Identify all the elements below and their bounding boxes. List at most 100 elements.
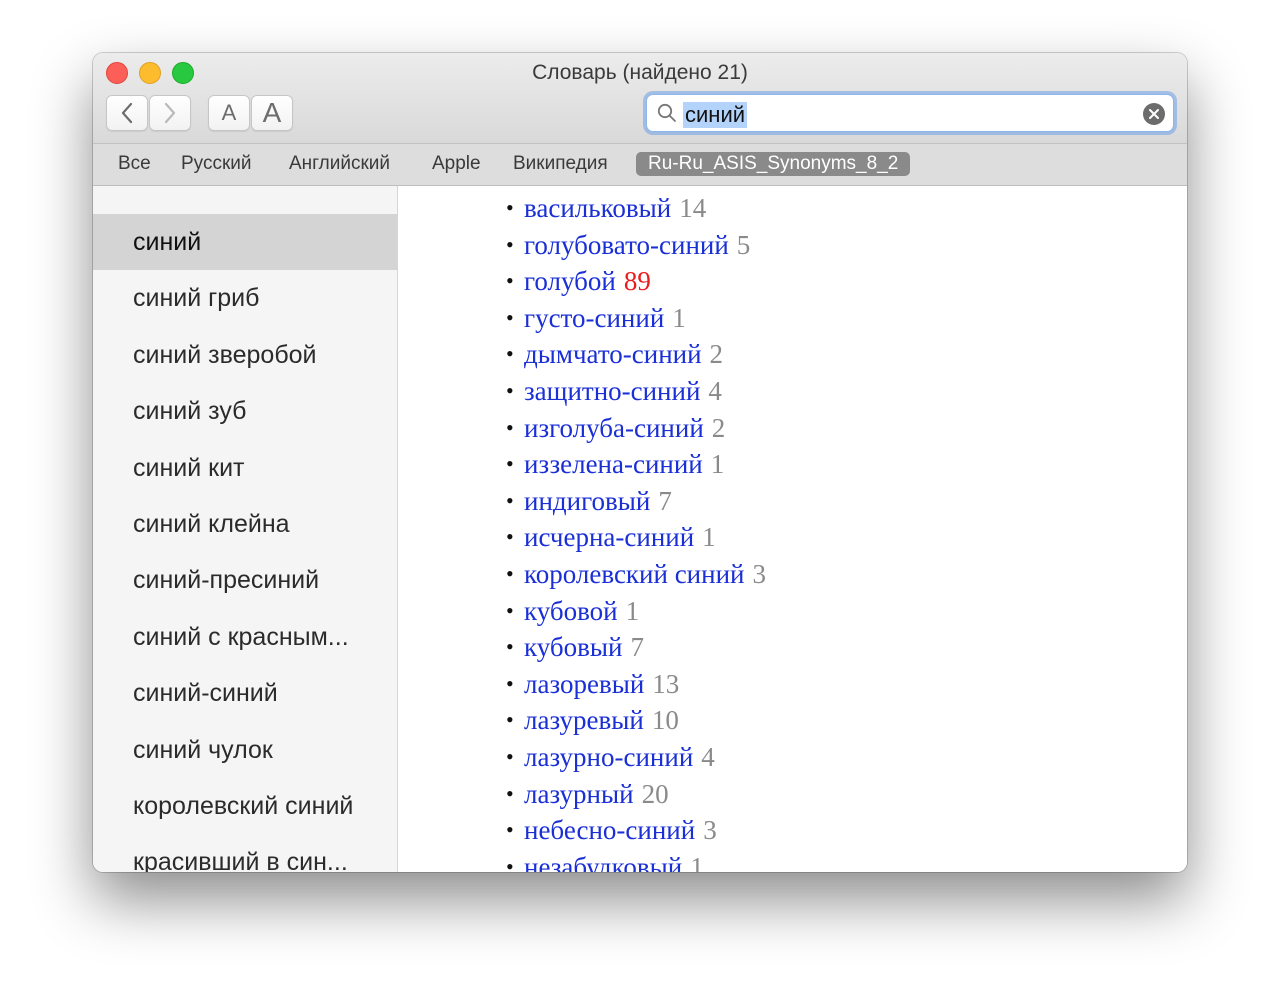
synonym-link[interactable]: лазурно-синий [524,742,693,772]
synonym-link[interactable]: лазоревый [524,669,644,699]
synonym-count: 3 [703,815,717,846]
scope-tab-wikipedia[interactable]: Википедия [501,152,620,176]
search-icon [657,103,676,122]
scope-tab-russian[interactable]: Русский [169,152,264,176]
synonym-link[interactable]: лазуревый [524,705,644,735]
dictionary-window: Словарь (найдено 21) A A синий Все Русск… [93,53,1187,872]
synonym-link[interactable]: небесно-синий [524,815,695,845]
scope-tab-apple[interactable]: Apple [420,152,493,176]
synonym-link[interactable]: незабудковый [524,852,682,872]
synonym-link[interactable]: густо-синий [524,303,664,333]
sidebar-item[interactable]: синий чулок [93,722,397,778]
synonym-item: • густо-синий 1 [506,300,686,336]
sidebar-item[interactable]: синий гриб [93,270,397,326]
sidebar-item[interactable]: синий [93,214,397,270]
sidebar-item[interactable]: синий клейна [93,496,397,552]
synonym-count: 10 [651,705,679,736]
synonym-count: 7 [658,485,672,516]
synonym-link[interactable]: кубовой [524,596,618,626]
synonym-count: 89 [623,266,651,297]
synonym-link[interactable]: дымчато-синий [524,339,702,369]
forward-button[interactable] [149,95,191,131]
bullet-icon: • [506,744,514,769]
search-input[interactable]: синий [683,102,748,128]
synonym-item: • кубовый 7 [506,629,644,665]
sidebar-item[interactable]: красивший в син... [93,834,397,872]
synonym-item: • изголуба-синий 2 [506,410,725,446]
synonym-item: • лазурно-синий 4 [506,739,715,775]
clear-search-icon[interactable] [1143,103,1165,125]
synonym-item: • лазурный 20 [506,776,669,812]
bullet-icon: • [506,817,514,843]
window-title: Словарь (найдено 21) [532,61,748,84]
sidebar-item[interactable]: синий зуб [93,383,397,439]
synonym-item: • дымчато-синий 2 [506,336,723,372]
synonym-item: • васильковый 14 [506,190,706,226]
synonym-item: • защитно-синий 4 [506,373,722,409]
synonym-link[interactable]: исчерна-синий [524,522,694,552]
synonym-count: 4 [708,376,722,406]
synonym-count: 4 [701,742,715,772]
synonym-item: • лазуревый 10 [506,702,679,738]
synonym-link[interactable]: васильковый [524,193,671,223]
scope-tab-all[interactable]: Все [106,152,163,176]
bullet-icon: • [506,634,514,660]
sidebar-item[interactable]: синий-синий [93,665,397,721]
scope-tab-english[interactable]: Английский [277,152,402,176]
bullet-icon: • [506,341,514,367]
x-icon [1149,109,1159,119]
synonym-link[interactable]: королевский синий [524,559,744,589]
synonym-link[interactable]: индиговый [524,486,650,516]
synonym-item: • голубовато-синий 5 [506,227,750,263]
synonym-item: • незабудковый 1 [506,849,704,872]
results-sidebar: синий синий гриб синий зверобой синий зу… [93,186,398,872]
synonym-count: 2 [709,339,724,370]
bullet-icon: • [506,780,514,806]
synonym-item: • небесно-синий 3 [506,812,717,848]
sidebar-item[interactable]: синий с красным... [93,609,397,665]
decrease-font-button[interactable]: A [208,95,250,131]
synonym-link[interactable]: изголуба-синий [524,413,704,443]
synonym-link[interactable]: голубовато-синий [524,230,729,260]
synonym-count: 14 [679,193,707,223]
synonym-link[interactable]: голубой [524,266,616,296]
scope-tab-synonyms[interactable]: Ru-Ru_ASIS_Synonyms_8_2 [636,152,911,176]
synonym-count: 2 [711,412,726,443]
synonym-count: 1 [702,522,716,553]
synonym-link[interactable]: защитно-синий [524,376,700,406]
synonym-item: • иззелена-синий 1 [506,446,724,482]
sidebar-item[interactable]: синий зверобой [93,327,397,383]
bullet-icon: • [506,304,514,330]
synonym-count: 3 [752,559,766,589]
bullet-icon: • [506,487,514,513]
increase-font-button[interactable]: A [251,95,293,131]
synonym-count: 1 [690,851,704,872]
synonym-count: 5 [736,229,751,260]
titlebar: Словарь (найдено 21) A A синий [93,53,1187,144]
sidebar-item[interactable]: синий-пресиний [93,552,397,608]
bullet-icon: • [506,561,514,586]
synonym-item: • кубовой 1 [506,593,639,629]
synonym-item: • голубой 89 [506,263,651,299]
synonym-item: • индиговый 7 [506,483,672,519]
bullet-icon: • [506,195,514,220]
scope-bar: Все Русский Английский Apple Википедия R… [93,144,1187,186]
chevron-right-icon [164,102,176,124]
synonym-link[interactable]: кубовый [524,632,622,662]
bullet-icon: • [506,524,514,550]
search-field[interactable]: синий [646,94,1174,132]
synonym-link[interactable]: лазурный [524,779,634,809]
synonym-item: • лазоревый 13 [506,666,679,702]
chevron-left-icon [121,102,133,124]
bullet-icon: • [506,451,514,477]
bullet-icon: • [506,597,514,623]
bullet-icon: • [506,231,514,257]
sidebar-item[interactable]: королевский синий [93,778,397,834]
synonym-count: 13 [652,668,680,699]
bullet-icon: • [506,853,514,872]
synonym-link[interactable]: иззелена-синий [524,449,703,479]
synonym-count: 1 [625,595,640,626]
back-button[interactable] [106,95,148,131]
sidebar-item[interactable]: синий кит [93,440,397,496]
definition-pane: • васильковый 14 • голубовато-синий 5 • голубой… [398,186,1187,872]
